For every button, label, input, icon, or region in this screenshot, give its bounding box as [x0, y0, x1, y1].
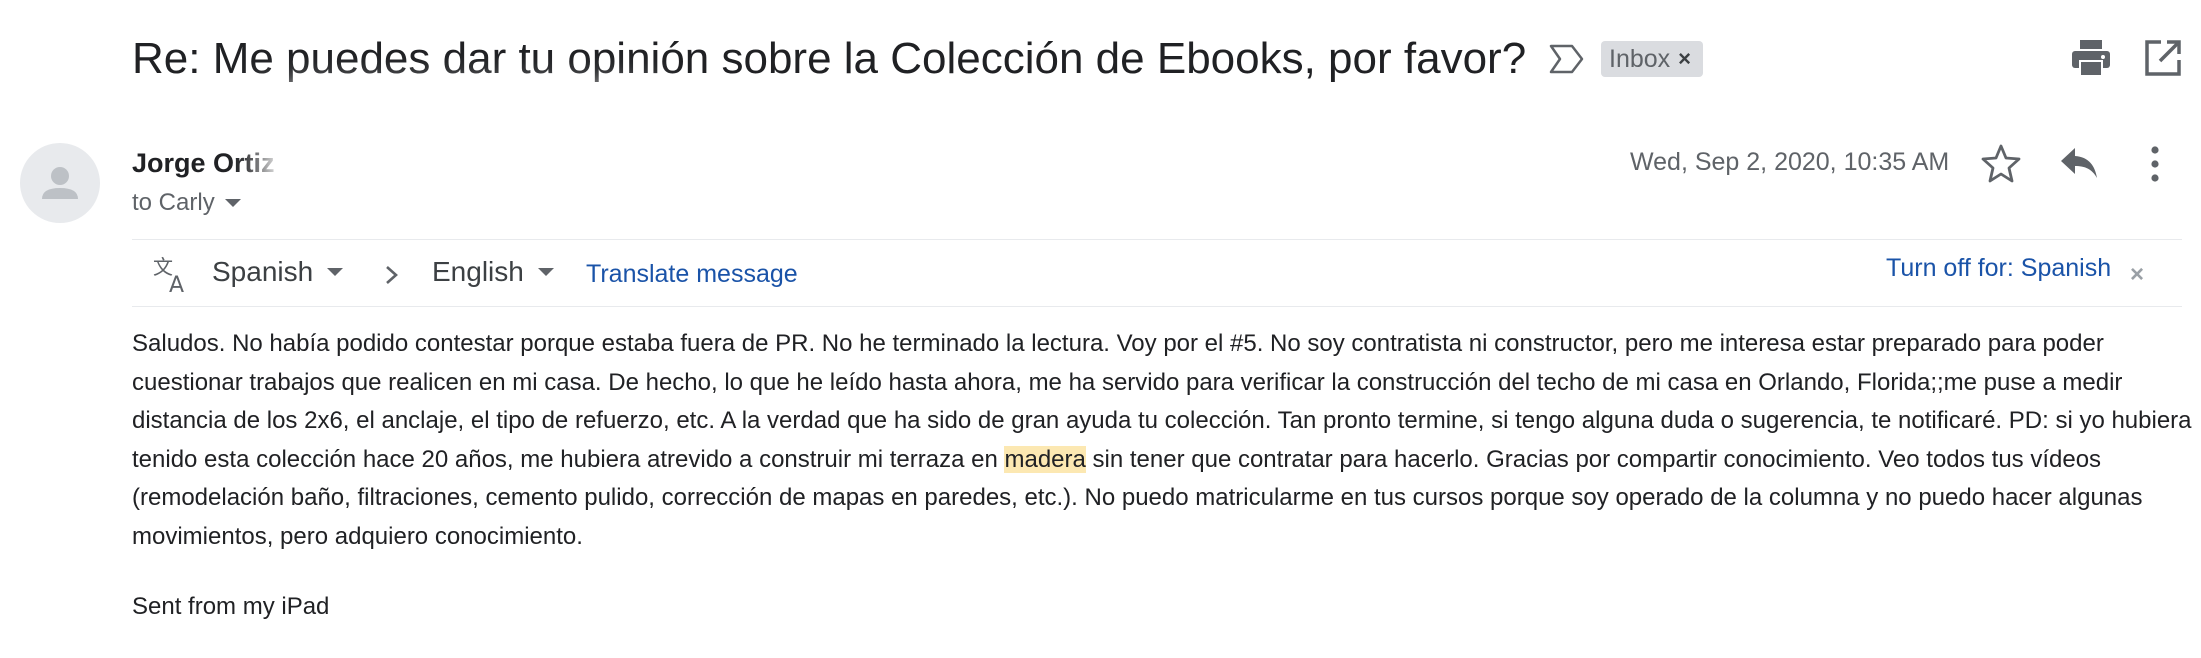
person-icon — [42, 167, 78, 199]
source-language-select[interactable]: Spanish — [212, 256, 344, 288]
inbox-label-chip[interactable]: Inbox × — [1601, 41, 1704, 77]
sender-name[interactable]: Jorge Ortiz — [132, 148, 275, 179]
open-in-new-window-icon[interactable] — [2143, 38, 2183, 78]
search-highlight: madera — [1004, 445, 1086, 473]
turn-off-translation-link[interactable]: Turn off for: Spanish — [1886, 254, 2111, 283]
redaction-overlay — [282, 110, 642, 222]
remove-label-icon[interactable]: × — [1678, 48, 1691, 70]
avatar[interactable] — [20, 143, 100, 223]
more-vert-icon[interactable] — [2148, 144, 2162, 184]
email-body: Saludos. No había podido contestar porqu… — [132, 325, 2192, 556]
recipient-details-toggle[interactable]: to Carly — [132, 189, 241, 217]
email-date: Wed, Sep 2, 2020, 10:35 AM — [1630, 148, 1950, 176]
translate-message-link[interactable]: Translate message — [586, 260, 798, 289]
divider — [132, 239, 2182, 240]
chevron-down-icon — [537, 268, 554, 276]
target-language-label: English — [432, 256, 524, 287]
inbox-label-text: Inbox — [1609, 44, 1671, 73]
translate-icon: 文 A — [153, 255, 184, 294]
divider — [132, 306, 2182, 307]
chevron-down-icon — [327, 268, 344, 276]
reply-icon[interactable] — [2059, 145, 2099, 181]
chevron-right-icon — [386, 266, 398, 284]
email-signature: Sent from my iPad — [132, 593, 330, 620]
close-icon[interactable]: × — [2130, 261, 2144, 289]
recipient-text: to Carly — [132, 189, 215, 216]
svg-text:A: A — [169, 273, 184, 294]
target-language-select[interactable]: English — [432, 256, 554, 288]
star-icon[interactable] — [1981, 143, 2021, 183]
chevron-down-icon — [224, 199, 241, 207]
email-subject: Re: Me puedes dar tu opinión sobre la Co… — [132, 34, 1527, 83]
source-language-label: Spanish — [212, 256, 314, 287]
important-marker-icon[interactable] — [1548, 42, 1586, 76]
print-icon[interactable] — [2070, 38, 2112, 78]
